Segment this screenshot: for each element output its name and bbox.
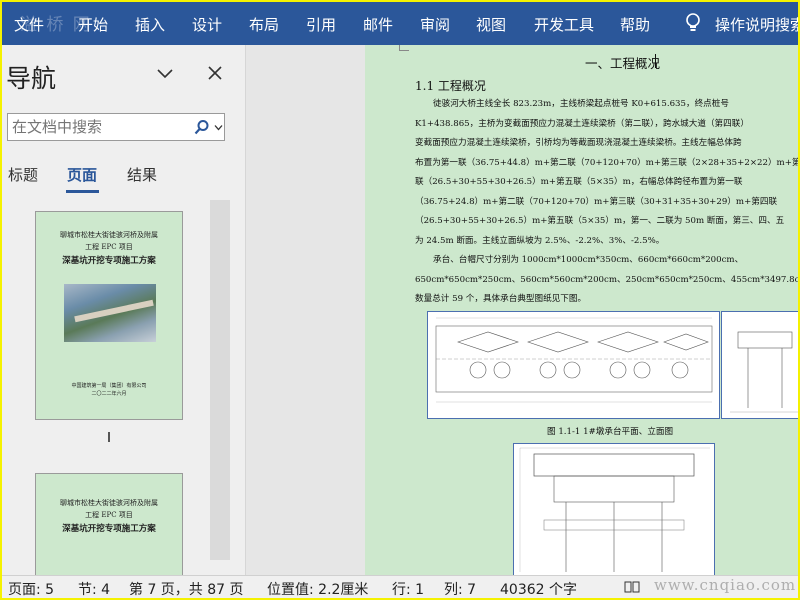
- body-line: 布置为第一联（36.75+44.8）m+第二联（70+120+70）m+第三联（…: [415, 158, 798, 168]
- read-mode-icon[interactable]: [624, 580, 640, 594]
- tab-mailings[interactable]: 邮件: [363, 14, 393, 35]
- page-thumbnail[interactable]: 聊城市松桂大街徒骇河桥及附属 工程 EPC 项目 深基坑开挖专项施工方案 中国建…: [35, 211, 183, 420]
- navigation-pane: 导航 标题 页面 结果 聊城市松桂大街徒骇河桥及附属 工程 EPC 项目: [2, 45, 246, 575]
- tab-home[interactable]: 开始: [78, 14, 108, 35]
- tab-insert[interactable]: 插入: [135, 14, 165, 35]
- active-tab-underline: [66, 190, 99, 193]
- nav-search-box[interactable]: [7, 113, 225, 141]
- search-input[interactable]: [12, 117, 184, 137]
- status-page-of[interactable]: 第 7 页，共 87 页: [129, 579, 244, 598]
- body-line: 为 24.5m 断面。主线立面纵坡为 2.5%、-2.2%、3%、-2.5%。: [415, 236, 665, 246]
- nav-pane-title: 导航: [6, 64, 57, 93]
- thumb-date: 二〇二二年六月: [91, 391, 127, 397]
- thumb-title: 深基坑开挖专项施工方案: [62, 256, 156, 266]
- status-position[interactable]: 位置值: 2.2厘米: [267, 579, 368, 598]
- close-icon[interactable]: [205, 63, 225, 83]
- chevron-down-icon[interactable]: [214, 123, 223, 132]
- heading-1: 一、工程概况: [585, 56, 661, 71]
- ribbon-tab-bar: 溢 桥 网 文件 开始 插入 设计 布局 引用 邮件 审阅 视图 开发工具 帮助…: [2, 2, 798, 45]
- body-line: 联（26.5+30+55+30+26.5）m+第五联（5×35）m，右幅总体跨径…: [415, 177, 743, 187]
- chevron-down-icon[interactable]: [154, 63, 176, 85]
- body-line: 承台、台帽尺寸分别为 1000cm*1000cm*350cm、660cm*660…: [433, 255, 744, 265]
- thumb-line: 聊城市松桂大街徒骇河桥及附属: [60, 499, 158, 507]
- pile-cap-plan-drawing[interactable]: [427, 311, 720, 419]
- status-col[interactable]: 列: 7: [444, 579, 476, 598]
- tab-layout[interactable]: 布局: [249, 14, 279, 35]
- body-line: 变截面预应力混凝土连续梁桥，引桥均为等截面现浇混凝土连续梁桥。主线左幅总体跨: [415, 138, 742, 148]
- nav-scrollbar[interactable]: [210, 200, 230, 560]
- tab-file[interactable]: 文件: [14, 14, 44, 35]
- cover-aerial-image: [64, 284, 156, 342]
- word-window: 溢 桥 网 文件 开始 插入 设计 布局 引用 邮件 审阅 视图 开发工具 帮助…: [2, 2, 798, 598]
- status-section[interactable]: 节: 4: [78, 579, 110, 598]
- tab-headings[interactable]: 标题: [8, 164, 38, 185]
- text-cursor: [108, 432, 110, 442]
- margin-corner-mark: [399, 45, 409, 51]
- pier-elevation-drawing[interactable]: [513, 443, 715, 575]
- status-row[interactable]: 行: 1: [392, 579, 424, 598]
- tab-view[interactable]: 视图: [476, 14, 506, 35]
- tab-pages[interactable]: 页面: [67, 164, 97, 185]
- pile-cap-elevation-drawing[interactable]: [721, 311, 798, 419]
- tab-references[interactable]: 引用: [306, 14, 336, 35]
- status-page[interactable]: 页面: 5: [8, 579, 54, 598]
- thumb-title: 深基坑开挖专项施工方案: [62, 524, 156, 534]
- body-line: （26.5+30+55+30+26.5）m+第五联（5×35）m，第一、二联为 …: [415, 216, 785, 226]
- text-caret: [655, 54, 656, 68]
- body-line: 徒骇河大桥主线全长 823.23m，主线桥梁起点桩号 K0+615.635，终点…: [433, 99, 729, 109]
- thumb-line: 工程 EPC 项目: [85, 243, 133, 251]
- status-bar: 页面: 5 节: 4 第 7 页，共 87 页 位置值: 2.2厘米 行: 1 …: [2, 575, 798, 598]
- heading-2: 1.1 工程概况: [415, 79, 486, 93]
- site-watermark: www.cnqiao.com: [654, 576, 797, 594]
- lightbulb-icon[interactable]: [682, 12, 704, 34]
- body-line: （36.75+24.8）m+第二联（70+120+70）m+第三联（30+31+…: [415, 197, 778, 207]
- page-thumbnails: 聊城市松桂大街徒骇河桥及附属 工程 EPC 项目 深基坑开挖专项施工方案 中国建…: [2, 200, 232, 575]
- document-area: 一、工程概况 1.1 工程概况 徒骇河大桥主线全长 823.23m，主线桥梁起点…: [247, 45, 798, 575]
- status-word-count[interactable]: 40362 个字: [500, 579, 577, 598]
- thumb-line: 工程 EPC 项目: [85, 511, 133, 519]
- tab-help[interactable]: 帮助: [620, 14, 650, 35]
- tab-developer[interactable]: 开发工具: [534, 14, 594, 35]
- thumb-org: 中国建筑第一局（集团）有限公司: [71, 383, 147, 389]
- page-thumbnail[interactable]: 聊城市松桂大街徒骇河桥及附属 工程 EPC 项目 深基坑开挖专项施工方案: [35, 473, 183, 575]
- tell-me-search[interactable]: 操作说明搜索: [715, 14, 798, 35]
- tab-design[interactable]: 设计: [192, 14, 222, 35]
- body-line: 数量总计 59 个，具体承台典型图纸见下图。: [415, 294, 587, 304]
- body-line: 650cm*650cm*250cm、560cm*560cm*200cm、250c…: [415, 275, 798, 285]
- thumb-line: 聊城市松桂大街徒骇河桥及附属: [60, 231, 158, 239]
- figure-caption: 图 1.1-1 1#墩承台平面、立面图: [547, 427, 674, 437]
- tab-review[interactable]: 审阅: [420, 14, 450, 35]
- body-line: K1+438.865，主桥为变截面预应力混凝土连续梁桥（第二联），跨水城大道（第…: [415, 119, 749, 129]
- search-icon[interactable]: [194, 119, 210, 135]
- document-page[interactable]: 一、工程概况 1.1 工程概况 徒骇河大桥主线全长 823.23m，主线桥梁起点…: [365, 45, 798, 575]
- tab-results[interactable]: 结果: [127, 164, 157, 185]
